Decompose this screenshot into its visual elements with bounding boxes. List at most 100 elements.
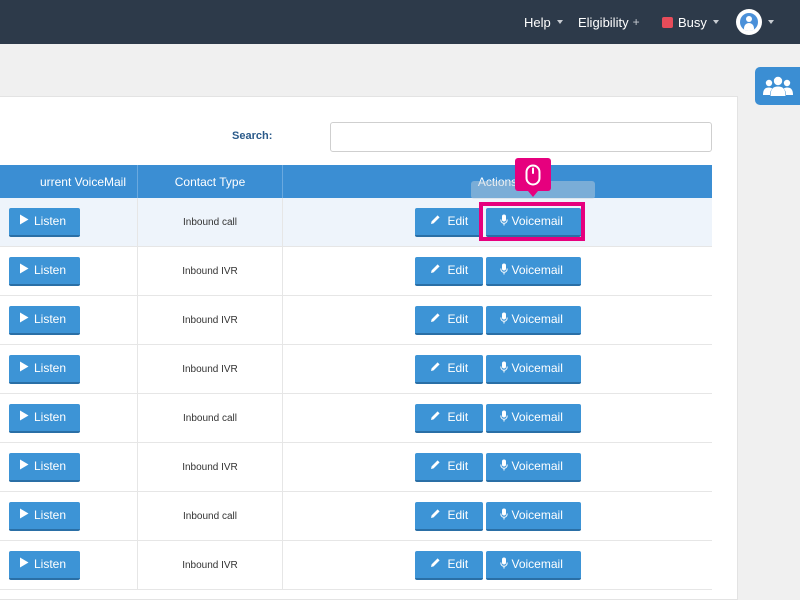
microphone-icon [499,410,508,425]
listen-label: Listen [34,214,67,228]
voicemail-button[interactable]: Voicemail [485,501,581,531]
cell-current-voicemail: Listen [0,541,138,589]
eligibility-menu-label: Eligibility [578,14,629,30]
edit-button[interactable]: Edit [414,403,483,433]
voicemail-label: Voicemail [511,312,563,326]
listen-button[interactable]: Listen [9,354,80,384]
user-menu[interactable] [736,0,774,44]
caret-down-icon [712,20,719,24]
listen-label: Listen [34,361,67,375]
header-contact-type[interactable]: Contact Type [138,165,283,198]
cell-current-voicemail: Listen [0,394,138,442]
voicemail-button[interactable]: Voicemail [485,403,581,433]
edit-button[interactable]: Edit [414,550,483,580]
listen-button[interactable]: Listen [9,305,80,335]
edit-label: Edit [447,214,469,228]
pencil-icon [430,508,441,522]
edit-label: Edit [447,557,469,571]
avatar [736,9,762,35]
edit-label: Edit [447,508,469,522]
play-icon [19,557,29,571]
click-highlight [479,202,585,241]
help-menu[interactable]: Help [524,0,563,44]
help-menu-label: Help [524,14,551,30]
table-row: Listen Inbound call Edit Voicemail [0,492,712,541]
mouse-icon [515,158,551,197]
table-header: urrent VoiceMail Contact Type Actions [0,165,712,198]
caret-down-icon [768,20,774,24]
listen-button[interactable]: Listen [9,403,80,433]
play-icon [19,459,29,473]
listen-button[interactable]: Listen [9,256,80,286]
search-label: Search: [232,130,273,142]
eligibility-menu[interactable]: Eligibility + [578,0,640,44]
listen-label: Listen [34,263,67,277]
cell-contact-type: Inbound IVR [138,247,283,295]
pencil-icon [430,312,441,326]
edit-button[interactable]: Edit [414,207,483,237]
cell-actions: Edit Voicemail [283,247,712,295]
microphone-icon [499,312,508,327]
contacts-side-button[interactable] [755,67,800,105]
voicemail-label: Voicemail [511,361,563,375]
listen-button[interactable]: Listen [9,452,80,482]
cell-current-voicemail: Listen [0,345,138,393]
listen-label: Listen [34,312,67,326]
status-menu[interactable]: Busy [662,0,719,44]
edit-button[interactable]: Edit [414,305,483,335]
edit-label: Edit [447,459,469,473]
cell-contact-type: Inbound call [138,198,283,246]
cell-contact-type: Inbound IVR [138,541,283,589]
play-icon [19,508,29,522]
voicemail-button[interactable]: Voicemail [485,550,581,580]
search-input[interactable] [330,122,712,152]
play-icon [19,263,29,277]
listen-label: Listen [34,508,67,522]
cell-current-voicemail: Listen [0,296,138,344]
cell-actions: Edit Voicemail [283,296,712,344]
voicemail-label: Voicemail [511,459,563,473]
edit-label: Edit [447,361,469,375]
voicemail-button[interactable]: Voicemail [485,256,581,286]
microphone-icon [499,263,508,278]
edit-button[interactable]: Edit [414,452,483,482]
table-body: Listen Inbound call Edit Voicemail Listen Inb… [0,198,712,590]
cell-contact-type: Inbound call [138,394,283,442]
voicemail-label: Voicemail [511,410,563,424]
voicemail-label: Voicemail [511,263,563,277]
cell-actions: Edit Voicemail [283,492,712,540]
cell-current-voicemail: Listen [0,443,138,491]
microphone-icon [499,361,508,376]
cell-contact-type: Inbound IVR [138,296,283,344]
listen-label: Listen [34,557,67,571]
listen-button[interactable]: Listen [9,501,80,531]
voicemail-button[interactable]: Voicemail [485,305,581,335]
cell-current-voicemail: Listen [0,198,138,246]
voicemail-button[interactable]: Voicemail [485,452,581,482]
table-row: Listen Inbound call Edit Voicemail [0,394,712,443]
cell-current-voicemail: Listen [0,492,138,540]
edit-label: Edit [447,312,469,326]
edit-button[interactable]: Edit [414,256,483,286]
pencil-icon [430,214,441,228]
table-row: Listen Inbound IVR Edit Voicemail [0,247,712,296]
cell-current-voicemail: Listen [0,247,138,295]
caret-down-icon [556,20,563,24]
edit-label: Edit [447,263,469,277]
play-icon [19,361,29,375]
table-row: Listen Inbound IVR Edit Voicemail [0,541,712,590]
listen-label: Listen [34,410,67,424]
header-current-voicemail[interactable]: urrent VoiceMail [0,165,138,198]
edit-button[interactable]: Edit [414,354,483,384]
cell-contact-type: Inbound IVR [138,443,283,491]
play-icon [19,410,29,424]
table-row: Listen Inbound call Edit Voicemail [0,198,712,247]
listen-button[interactable]: Listen [9,550,80,580]
edit-button[interactable]: Edit [414,501,483,531]
microphone-icon [499,459,508,474]
cell-actions: Edit Voicemail [283,541,712,589]
listen-button[interactable]: Listen [9,207,80,237]
voicemail-button[interactable]: Voicemail [485,354,581,384]
cell-actions: Edit Voicemail [283,394,712,442]
play-icon [19,312,29,326]
